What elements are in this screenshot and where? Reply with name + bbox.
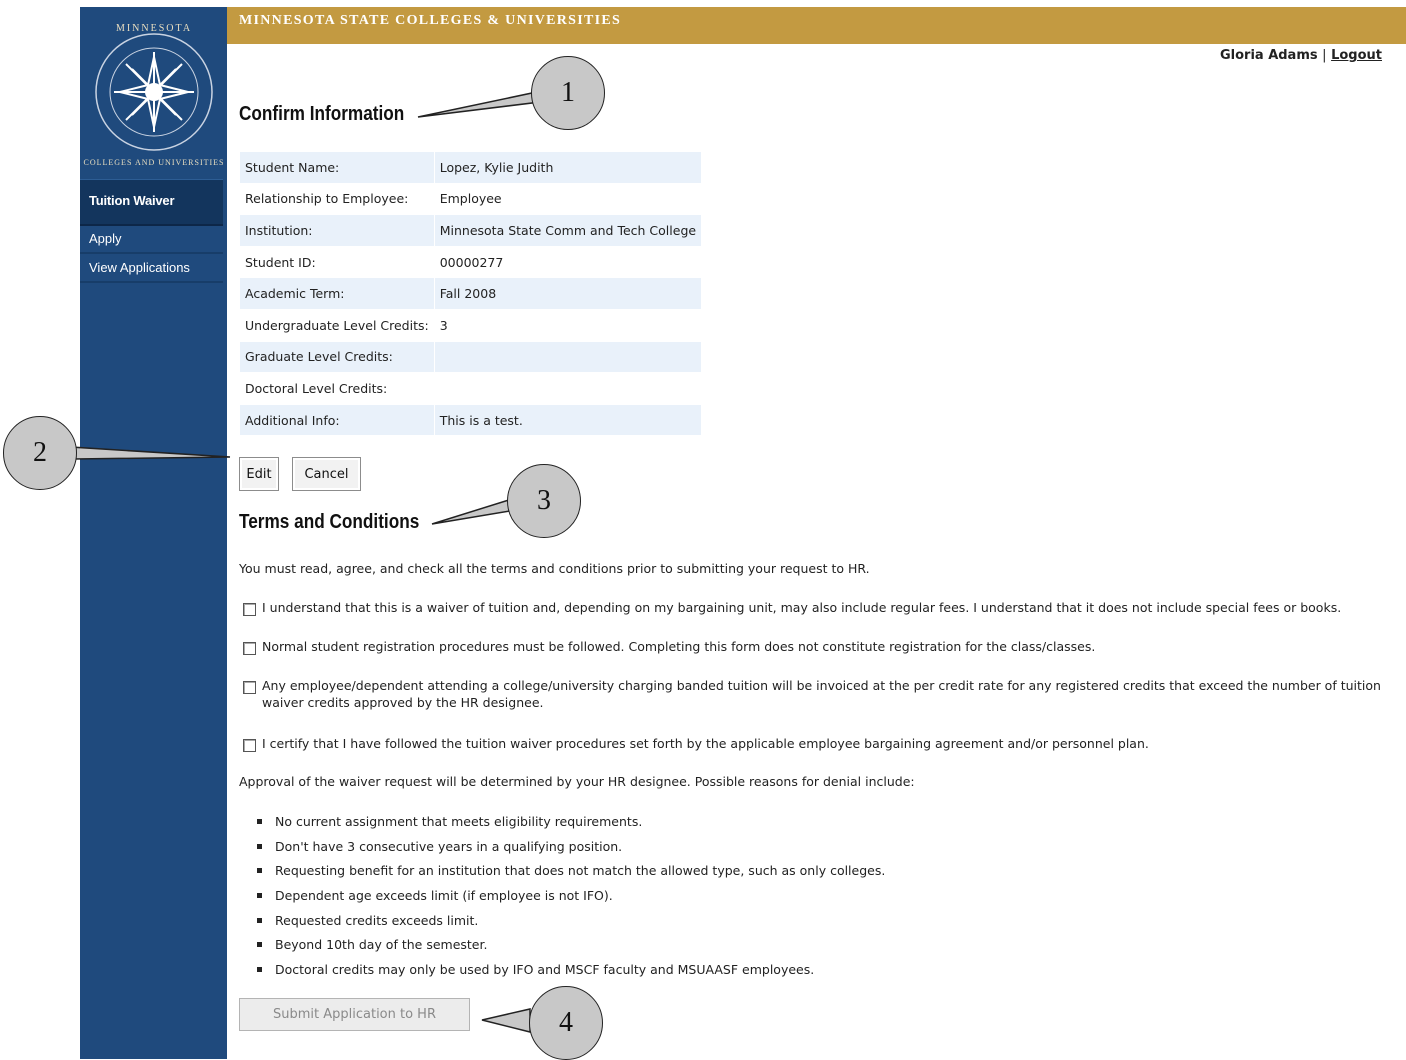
callout-2: 2 xyxy=(3,416,77,490)
cancel-button[interactable]: Cancel xyxy=(292,457,361,491)
field-label: Academic Term: xyxy=(239,277,435,310)
approval-text: Approval of the waiver request will be d… xyxy=(239,774,915,789)
sidebar-header-tuition-waiver[interactable]: Tuition Waiver xyxy=(80,179,223,226)
list-item: Dependent age exceeds limit (if employee… xyxy=(257,886,885,911)
table-row: Academic Term: Fall 2008 xyxy=(239,277,703,310)
reason-text: Requested credits exceeds limit. xyxy=(275,912,479,928)
table-row: Additional Info: This is a test. xyxy=(239,403,703,437)
institution-seal-logo: MINNESOTA COLLEGES AND UNIVERSITIES xyxy=(84,23,225,167)
svg-text:COLLEGES AND UNIVERSITIES: COLLEGES AND UNIVERSITIES xyxy=(84,158,225,167)
user-separator: | xyxy=(1322,48,1327,63)
field-label: Relationship to Employee: xyxy=(239,182,435,216)
list-item: No current assignment that meets eligibi… xyxy=(257,812,885,837)
field-label: Doctoral Level Credits: xyxy=(239,372,435,405)
callout-1: 1 xyxy=(531,56,605,130)
table-row: Student ID: 00000277 xyxy=(239,245,703,279)
user-info: Gloria Adams | Logout xyxy=(1220,48,1382,63)
sidebar-item-label: View Applications xyxy=(89,260,190,275)
logout-link[interactable]: Logout xyxy=(1331,48,1382,63)
field-value: This is a test. xyxy=(433,403,703,437)
field-value: Fall 2008 xyxy=(433,277,703,310)
terms-heading: Terms and Conditions xyxy=(239,511,420,533)
table-row: Institution: Minnesota State Comm and Tec… xyxy=(239,214,703,247)
terms-checkbox-label: I understand that this is a waiver of tu… xyxy=(262,600,1342,615)
terms-checkbox-label: Any employee/dependent attending a colle… xyxy=(262,678,1381,710)
callout-arrow-3 xyxy=(431,498,518,525)
field-label: Undergraduate Level Credits: xyxy=(239,308,435,342)
field-label: Student Name: xyxy=(239,151,435,184)
reason-text: Doctoral credits may only be used by IFO… xyxy=(275,962,815,978)
denial-reasons-list: No current assignment that meets eligibi… xyxy=(257,812,885,985)
field-value: Minnesota State Comm and Tech College xyxy=(433,214,703,247)
callout-arrow-1 xyxy=(417,92,542,118)
field-value xyxy=(433,340,703,374)
terms-checkbox-label: I certify that I have followed the tuiti… xyxy=(262,736,1149,751)
sidebar-item-apply[interactable]: Apply xyxy=(80,225,223,254)
field-label: Student ID: xyxy=(239,245,435,279)
field-value xyxy=(433,372,703,405)
user-name: Gloria Adams xyxy=(1219,48,1318,63)
reason-text: No current assignment that meets eligibi… xyxy=(275,814,643,829)
edit-button[interactable]: Edit xyxy=(239,457,279,491)
bullet-icon xyxy=(257,942,262,948)
callout-3: 3 xyxy=(507,464,581,538)
field-value: Employee xyxy=(433,182,703,216)
bullet-icon xyxy=(257,868,262,874)
table-row: Relationship to Employee: Employee xyxy=(239,182,703,216)
sidebar-header-label: Tuition Waiver xyxy=(89,193,175,208)
svg-text:MINNESOTA: MINNESOTA xyxy=(116,23,192,34)
table-row: Graduate Level Credits: xyxy=(239,340,703,374)
list-item: Requested credits exceeds limit. xyxy=(257,911,885,936)
confirm-info-table: Student Name: Lopez, Kylie Judith Relation… xyxy=(239,151,703,437)
bullet-icon xyxy=(257,967,262,973)
terms-checkbox[interactable] xyxy=(243,739,256,752)
list-item: Requesting benefit for an institution th… xyxy=(257,861,885,886)
bullet-icon xyxy=(257,819,262,824)
terms-checkbox[interactable] xyxy=(243,642,256,655)
sidebar: MINNESOTA COLLEGES AND UNIVERSITIES Tuit… xyxy=(80,7,227,1059)
field-label: Institution: xyxy=(239,214,435,247)
reason-text: Requesting benefit for an institution th… xyxy=(275,863,886,879)
field-label: Additional Info: xyxy=(239,403,435,437)
reason-text: Don't have 3 consecutive years in a qual… xyxy=(275,838,623,854)
terms-checkbox[interactable] xyxy=(243,603,256,616)
table-row: Undergraduate Level Credits: 3 xyxy=(239,308,703,342)
bullet-icon xyxy=(257,843,262,849)
reason-text: Dependent age exceeds limit (if employee… xyxy=(275,888,613,904)
bullet-icon xyxy=(257,917,262,923)
banner-title: MINNESOTA STATE COLLEGES & UNIVERSITIES xyxy=(239,13,622,28)
table-row: Doctoral Level Credits: xyxy=(239,372,703,405)
list-item: Don't have 3 consecutive years in a qual… xyxy=(257,837,885,862)
terms-checkbox-label: Normal student registration procedures m… xyxy=(262,639,1096,654)
field-value: 00000277 xyxy=(433,245,703,279)
confirm-information-heading: Confirm Information xyxy=(239,103,405,125)
top-banner: MINNESOTA STATE COLLEGES & UNIVERSITIES xyxy=(227,7,1406,44)
reason-text: Beyond 10th day of the semester. xyxy=(275,937,488,953)
bullet-icon xyxy=(257,893,262,899)
terms-intro-text: You must read, agree, and check all the … xyxy=(239,561,870,576)
field-value: Lopez, Kylie Judith xyxy=(433,151,703,184)
sidebar-item-view-applications[interactable]: View Applications xyxy=(80,254,223,283)
sidebar-item-label: Apply xyxy=(89,231,122,246)
field-value: 3 xyxy=(433,308,703,342)
callout-arrow-4 xyxy=(481,1008,531,1033)
callout-4: 4 xyxy=(529,986,603,1060)
terms-checkbox[interactable] xyxy=(243,681,256,694)
field-label: Graduate Level Credits: xyxy=(239,340,435,374)
table-row: Student Name: Lopez, Kylie Judith xyxy=(239,151,703,184)
submit-application-button[interactable]: Submit Application to HR xyxy=(239,998,470,1031)
list-item: Beyond 10th day of the semester. xyxy=(257,935,885,960)
list-item: Doctoral credits may only be used by IFO… xyxy=(257,960,885,985)
